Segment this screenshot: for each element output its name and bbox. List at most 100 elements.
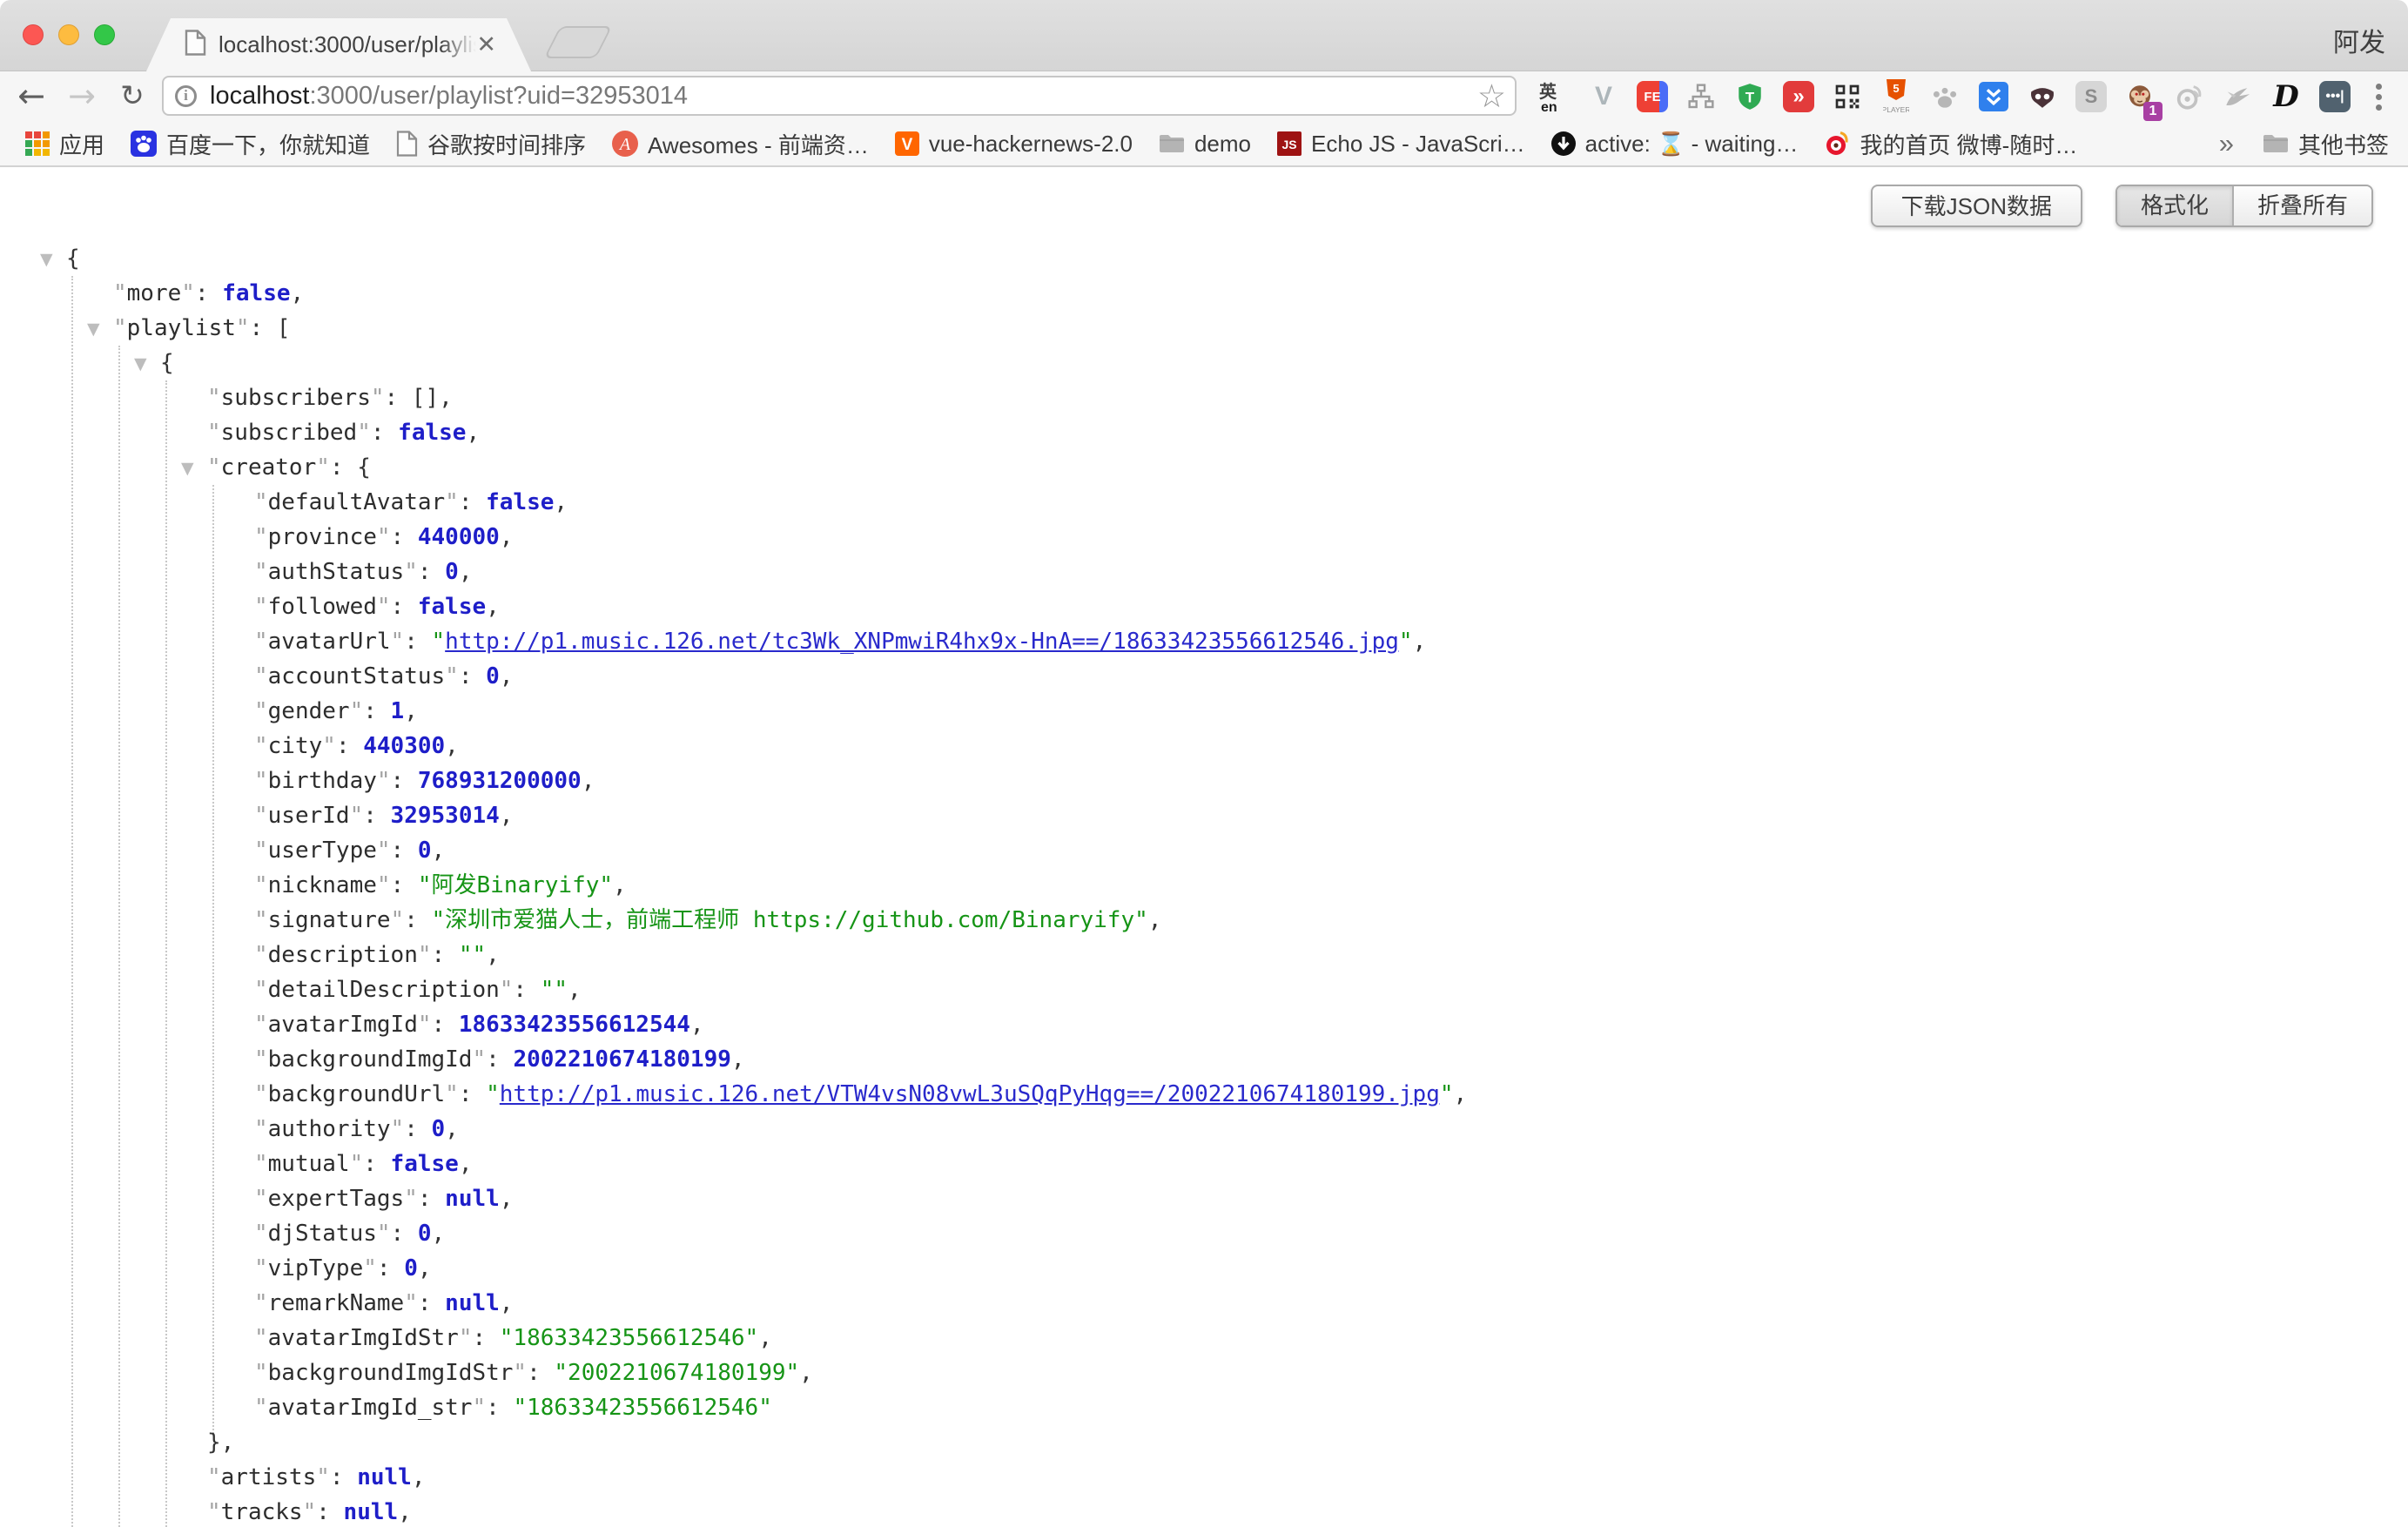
bookmark-google-by-time[interactable]: 谷歌按时间排序 [383, 128, 599, 160]
json-viewer: ▼{"more": false,▼"playlist": [▼{"subscri… [0, 241, 2408, 1527]
bookmark-weibo-home[interactable]: 我的首页 微博-随时… [1811, 128, 2090, 160]
json-line: "tracks": null, [0, 1495, 2408, 1527]
sitemap-icon[interactable] [1677, 72, 1725, 121]
bookmarks-overflow-icon[interactable]: » [2203, 128, 2250, 159]
bookmark-baidu[interactable]: 百度一下，你就知道 [118, 128, 383, 160]
bookmark-demo-folder[interactable]: demo [1146, 131, 1264, 158]
url-path: :3000/user/playlist?uid=32953014 [309, 82, 688, 110]
tab-title: localhost:3000/user/playlist?ui [219, 31, 476, 58]
bookmark-label: Echo JS - JavaScri… [1311, 131, 1525, 158]
json-line: "subscribers": [], [0, 380, 2408, 415]
url-text[interactable]: localhost:3000/user/playlist?uid=3295301… [210, 82, 688, 111]
s-circle-icon[interactable]: S [2067, 72, 2115, 121]
json-line: "backgroundImgIdStr": "2002210674180199"… [0, 1355, 2408, 1390]
qr-code-icon[interactable] [1823, 72, 1872, 121]
apps-grid-icon [25, 131, 50, 156]
traffic-lights [23, 24, 115, 45]
window-zoom-button[interactable] [94, 24, 115, 45]
json-line: ▼"playlist": [ [0, 311, 2408, 346]
page-info-icon[interactable]: i [175, 85, 197, 107]
json-line: "signature": "深圳市爱猫人士，前端工程师 https://gith… [0, 903, 2408, 938]
new-tab-button[interactable] [544, 26, 613, 58]
folder-icon [2263, 133, 2289, 154]
json-line: "province": 440000, [0, 520, 2408, 555]
json-line: "backgroundImgId": 2002210674180199, [0, 1042, 2408, 1077]
bookmark-awesomes[interactable]: A Awesomes - 前端资… [599, 128, 882, 160]
folder-icon [1159, 133, 1185, 154]
collapse-arrow-icon[interactable]: ▼ [87, 312, 100, 346]
json-line: "birthday": 768931200000, [0, 764, 2408, 798]
fe-toolbox-icon[interactable]: FE [1628, 72, 1677, 121]
collapse-arrow-icon[interactable]: ▼ [181, 451, 194, 486]
password-dots-icon[interactable]: •••| [2310, 72, 2359, 121]
svg-text:JS: JS [1281, 138, 1296, 151]
browser-tab[interactable]: localhost:3000/user/playlist?ui ✕ [146, 18, 531, 71]
json-line: "remarkName": null, [0, 1286, 2408, 1321]
reload-icon[interactable]: ↻ [108, 71, 157, 122]
green-shield-t-icon[interactable]: T [1725, 72, 1774, 121]
apps-label: 应用 [59, 128, 104, 160]
address-bar[interactable]: i localhost:3000/user/playlist?uid=32953… [162, 76, 1517, 116]
format-button[interactable]: 格式化 [2117, 186, 2234, 225]
action-buttons: 下载JSON数据 格式化 折叠所有 [1871, 185, 2373, 227]
json-line: "accountStatus": 0, [0, 659, 2408, 694]
bookmark-active-waiting[interactable]: active: ⌛ - waiting… [1538, 131, 1812, 158]
window-close-button[interactable] [23, 24, 44, 45]
forward-icon: → [57, 71, 106, 122]
bookmark-star-icon[interactable]: ☆ [1477, 80, 1506, 112]
json-line: "followed": false, [0, 589, 2408, 624]
bookmark-label: Awesomes - 前端资… [648, 128, 869, 160]
svg-text:T: T [1745, 89, 1755, 105]
json-line: "gender": 1, [0, 694, 2408, 729]
json-line: "detailDescription": "", [0, 972, 2408, 1007]
hummingbird-icon[interactable] [2213, 72, 2262, 121]
download-json-button[interactable]: 下载JSON数据 [1871, 185, 2082, 227]
profile-name[interactable]: 阿发 [2333, 21, 2385, 59]
json-line: "authStatus": 0, [0, 555, 2408, 589]
paw-icon[interactable] [1920, 72, 1969, 121]
json-line: "artists": null, [0, 1460, 2408, 1495]
other-bookmarks[interactable]: 其他书签 [2250, 128, 2408, 160]
d-script-icon[interactable]: D [2262, 72, 2310, 121]
collapse-all-button[interactable]: 折叠所有 [2234, 186, 2371, 225]
bookmark-label: 百度一下，你就知道 [166, 128, 370, 160]
svg-text:A: A [618, 135, 631, 154]
json-line: "avatarImgId": 18633423556612544, [0, 1007, 2408, 1042]
weibo-icon [1824, 131, 1850, 157]
bookmark-label: demo [1194, 131, 1251, 158]
json-line: "subscribed": false, [0, 415, 2408, 450]
tab-strip: localhost:3000/user/playlist?ui ✕ 阿发 [0, 0, 2408, 71]
json-line: "more": false, [0, 276, 2408, 311]
collapse-arrow-icon[interactable]: ▼ [40, 242, 53, 277]
json-line: "defaultAvatar": false, [0, 485, 2408, 520]
extension-badge: 1 [2143, 102, 2162, 121]
bookmark-label: 谷歌按时间排序 [427, 128, 586, 160]
json-line: "userId": 32953014, [0, 798, 2408, 833]
page-favicon-icon [185, 30, 206, 60]
tab-close-icon[interactable]: ✕ [476, 33, 496, 57]
fast-forward-icon[interactable]: » [1774, 72, 1823, 121]
bookmark-echo-js[interactable]: JS Echo JS - JavaScri… [1264, 131, 1538, 158]
back-icon[interactable]: ← [7, 71, 56, 122]
chrome-menu-icon[interactable] [2363, 81, 2394, 112]
page-icon [396, 131, 418, 157]
window-minimize-button[interactable] [58, 24, 79, 45]
vue-devtools-icon[interactable]: V [1579, 72, 1628, 121]
tampermonkey-icon[interactable]: 1 [2115, 72, 2164, 121]
down-circle-icon [1551, 131, 1576, 156]
json-url-link[interactable]: http://p1.music.126.net/tc3Wk_XNPmwiR4hx… [445, 629, 1399, 655]
json-line: "authority": 0, [0, 1112, 2408, 1147]
double-chevron-down-icon[interactable] [1969, 72, 2018, 121]
collapse-arrow-icon[interactable]: ▼ [134, 346, 147, 381]
json-line: "mutual": false, [0, 1147, 2408, 1181]
json-line: "expertTags": null, [0, 1181, 2408, 1216]
html5-player-icon[interactable]: 5PLAYER [1872, 72, 1920, 121]
json-url-link[interactable]: http://p1.music.126.net/VTW4vsN08vwL3uSQ… [500, 1081, 1440, 1107]
weibo-gray-icon[interactable] [2164, 72, 2213, 121]
mask-icon[interactable] [2018, 72, 2067, 121]
json-line: "description": "", [0, 938, 2408, 972]
translate-icon[interactable]: 英en [1530, 72, 1579, 121]
apps-shortcut[interactable]: 应用 [12, 128, 118, 160]
bookmark-vue-hackernews[interactable]: Vvue-hackernews-2.0 [882, 131, 1146, 158]
baidu-paw-icon [131, 131, 157, 157]
